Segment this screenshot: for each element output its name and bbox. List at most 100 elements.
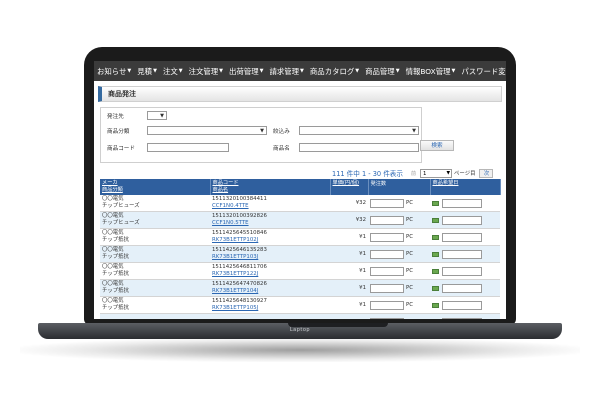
qty-input[interactable] bbox=[370, 283, 404, 293]
row-maker: 〇〇電気 bbox=[102, 213, 124, 219]
qty-unit: PC bbox=[406, 234, 414, 240]
header-price[interactable]: 単価(円/個) bbox=[330, 179, 369, 195]
row-product-link[interactable]: RK73B1ETTP105J bbox=[212, 305, 328, 312]
row-product-link[interactable]: RK73B1ETTP104J bbox=[212, 288, 328, 295]
calendar-icon[interactable] bbox=[432, 302, 439, 308]
row-category: チップ抵抗 bbox=[102, 271, 129, 277]
row-category: チップ抵抗 bbox=[102, 288, 129, 294]
row-price: ¥1 bbox=[330, 313, 368, 319]
row-product-link[interactable]: CCF1N0.5TTE bbox=[212, 220, 328, 227]
laptop-screen: お知らせ ▼ 見積 ▼ 注文 ▼ 注文管理 ▼ 出荷管理 ▼ 請求管理 ▼ 商品カタログ ▼ … bbox=[94, 61, 506, 319]
row-price: ¥1 bbox=[330, 245, 368, 263]
table-row: 〇〇電気 チップヒューズ 1511320100384411 CCF1N0.4TTE … bbox=[100, 195, 500, 212]
row-product-link[interactable]: RK73B1ETTP103J bbox=[212, 254, 328, 261]
header-name[interactable]: 商品名 bbox=[213, 187, 328, 194]
row-product-link[interactable]: RK73B1ETTP102J bbox=[212, 237, 328, 244]
menu-billing-management[interactable]: 請求管理 ▼ bbox=[266, 61, 306, 81]
menu-product-management[interactable]: 商品管理 ▼ bbox=[362, 61, 402, 81]
menu-news[interactable]: お知らせ ▼ bbox=[94, 61, 134, 81]
laptop-base: Laptop bbox=[38, 323, 562, 339]
menu-quote[interactable]: 見積 ▼ bbox=[134, 61, 160, 81]
calendar-icon[interactable] bbox=[432, 217, 439, 223]
chevron-down-icon: ▼ bbox=[412, 128, 416, 134]
row-maker: 〇〇電気 bbox=[102, 230, 124, 236]
filter-label: 絞込み bbox=[273, 129, 290, 135]
header-date[interactable]: 商品希望日 bbox=[430, 179, 501, 195]
header-code-name[interactable]: 商品コード 商品名 bbox=[210, 179, 331, 195]
date-input[interactable] bbox=[442, 215, 482, 225]
row-code: 1511425648786908 bbox=[212, 319, 328, 320]
row-price: ¥1 bbox=[330, 262, 368, 280]
date-input[interactable] bbox=[442, 283, 482, 293]
category-select[interactable]: ▼ bbox=[147, 126, 267, 135]
product-code-input[interactable] bbox=[147, 143, 229, 152]
qty-unit: PC bbox=[406, 285, 414, 291]
qty-input[interactable] bbox=[370, 249, 404, 259]
page-title: 商品発注 bbox=[98, 86, 502, 102]
chevron-down-icon: ▼ bbox=[259, 68, 264, 74]
row-category: チップ抵抗 bbox=[102, 237, 129, 243]
calendar-icon[interactable] bbox=[432, 268, 439, 274]
next-page-button[interactable]: 次 bbox=[479, 168, 494, 178]
header-code[interactable]: 商品コード bbox=[213, 180, 328, 187]
menu-password-change[interactable]: パスワード変更▼ bbox=[458, 61, 506, 81]
row-category: チップ抵抗 bbox=[102, 254, 129, 260]
qty-input[interactable] bbox=[370, 198, 404, 208]
row-maker: 〇〇電気 bbox=[102, 281, 124, 287]
header-category[interactable]: 商品分類 bbox=[102, 187, 208, 194]
menu-shipping-management[interactable]: 出荷管理 ▼ bbox=[226, 61, 266, 81]
menu-order[interactable]: 注文 ▼ bbox=[160, 61, 186, 81]
header-maker[interactable]: メーカ bbox=[102, 180, 208, 187]
row-price: ¥1 bbox=[330, 279, 368, 297]
table-row: 〇〇電気 チップ抵抗 1511425646811706 RK73B1ETTP122J… bbox=[100, 262, 500, 280]
search-button[interactable]: 検索 bbox=[420, 140, 454, 151]
table-row: 〇〇電気 チップ抵抗 1511425646135283 RK73B1ETTP103J… bbox=[100, 245, 500, 263]
product-name-input[interactable] bbox=[299, 143, 419, 152]
page-select[interactable]: 1 ▼ bbox=[420, 168, 453, 178]
qty-input[interactable] bbox=[370, 266, 404, 276]
qty-unit: PC bbox=[406, 302, 414, 308]
row-code: 1511425646811706 bbox=[212, 264, 267, 270]
calendar-icon[interactable] bbox=[432, 285, 439, 291]
filter-select[interactable]: ▼ bbox=[299, 126, 419, 135]
date-input[interactable] bbox=[442, 300, 482, 310]
qty-input[interactable] bbox=[370, 300, 404, 310]
date-input[interactable] bbox=[442, 249, 482, 259]
row-category: チップヒューズ bbox=[102, 203, 140, 209]
row-code: 1511425646135283 bbox=[212, 247, 267, 253]
orderer-select[interactable]: ▼ bbox=[147, 111, 167, 120]
row-code: 1511320100384411 bbox=[212, 196, 267, 202]
chevron-down-icon: ▼ bbox=[300, 68, 304, 74]
header-maker-category[interactable]: メーカ 商品分類 bbox=[100, 179, 211, 195]
qty-unit: PC bbox=[406, 217, 414, 223]
date-input[interactable] bbox=[442, 198, 482, 208]
menu-order-management[interactable]: 注文管理 ▼ bbox=[186, 61, 226, 81]
menu-info-box[interactable]: 情報BOX管理 ▼ bbox=[403, 61, 459, 81]
search-form: 発注先 ▼ 商品分類 ▼ 絞込み ▼ 商品コード 商品名 bbox=[100, 107, 422, 163]
table-row: 〇〇電気 チップ抵抗 1511425645510846 RK73B1ETTP102J… bbox=[100, 228, 500, 246]
header-qty: 発注数 bbox=[368, 179, 431, 195]
prev-page-button[interactable]: 前 bbox=[411, 170, 416, 177]
qty-input[interactable] bbox=[370, 317, 404, 319]
calendar-icon[interactable] bbox=[432, 251, 439, 257]
qty-input[interactable] bbox=[370, 215, 404, 225]
date-input[interactable] bbox=[442, 317, 482, 319]
row-product-link[interactable]: CCF1N0.4TTE bbox=[212, 203, 328, 210]
chevron-down-icon: ▼ bbox=[451, 68, 456, 74]
qty-input[interactable] bbox=[370, 232, 404, 242]
date-input[interactable] bbox=[442, 266, 482, 276]
chevron-down-icon: ▼ bbox=[160, 113, 164, 119]
date-input[interactable] bbox=[442, 232, 482, 242]
row-maker: 〇〇電気 bbox=[102, 247, 124, 253]
main-menu-bar: お知らせ ▼ 見積 ▼ 注文 ▼ 注文管理 ▼ 出荷管理 ▼ 請求管理 ▼ 商品カタログ ▼ … bbox=[94, 61, 506, 81]
row-price: ¥1 bbox=[330, 296, 368, 314]
qty-unit: PC bbox=[406, 251, 414, 257]
row-maker: 〇〇電気 bbox=[102, 264, 124, 270]
calendar-icon[interactable] bbox=[432, 200, 439, 206]
chevron-down-icon: ▼ bbox=[355, 68, 360, 74]
calendar-icon[interactable] bbox=[432, 234, 439, 240]
row-product-link[interactable]: RK73B1ETTP122J bbox=[212, 271, 328, 278]
row-code: 1511425648130927 bbox=[212, 298, 267, 304]
menu-product-catalog[interactable]: 商品カタログ ▼ bbox=[307, 61, 362, 81]
category-label: 商品分類 bbox=[107, 129, 130, 135]
